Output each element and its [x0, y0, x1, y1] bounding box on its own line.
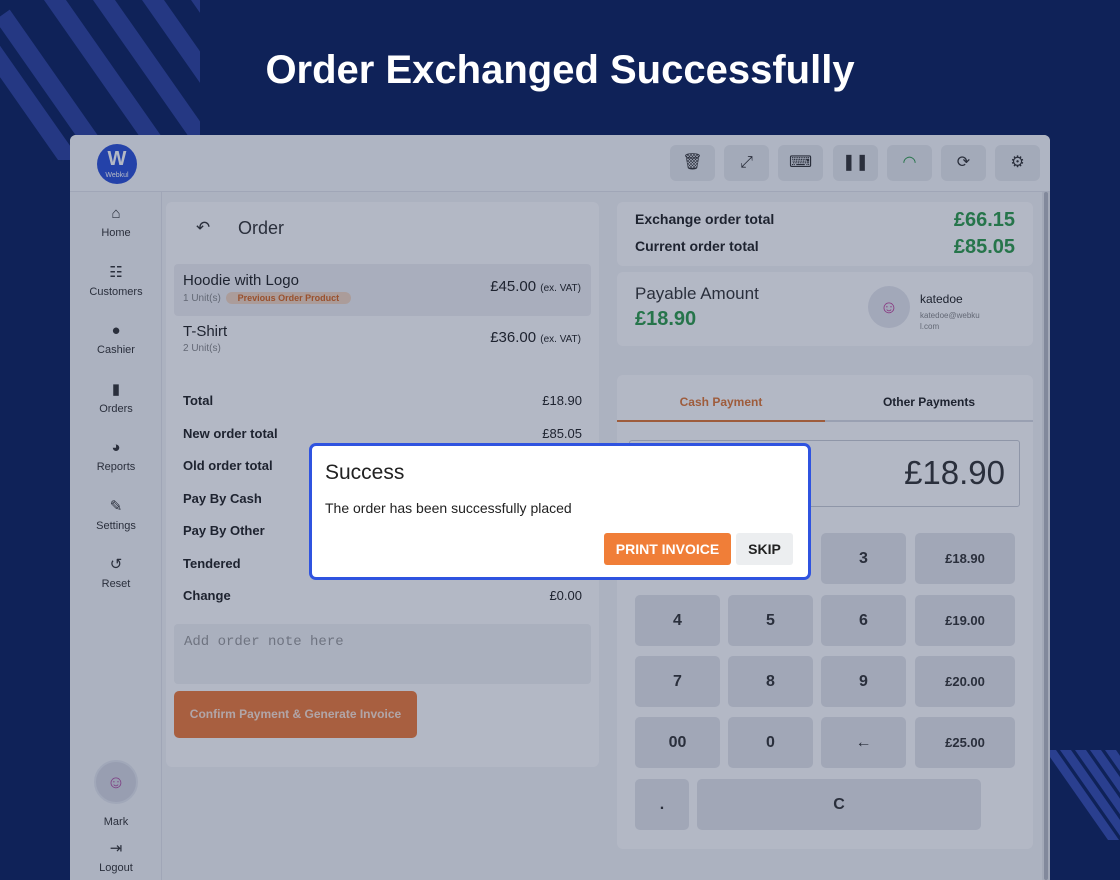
dialog-message: The order has been successfully placed	[325, 500, 572, 516]
page-headline: Order Exchanged Successfully	[265, 48, 855, 92]
success-dialog: Success The order has been successfully …	[309, 443, 811, 580]
decor-stripes-bottom-right	[1040, 750, 1120, 840]
skip-button[interactable]: SKIP	[736, 533, 793, 565]
print-invoice-button[interactable]: PRINT INVOICE	[604, 533, 731, 565]
dialog-title: Success	[325, 461, 405, 484]
